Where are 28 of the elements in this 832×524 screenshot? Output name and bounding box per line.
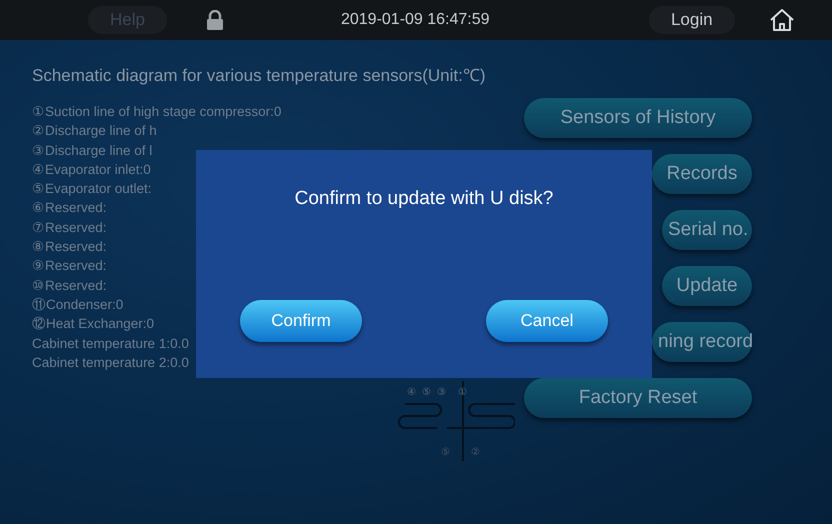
sensor-reading: ⑥Reserved: <box>32 199 108 218</box>
sensor-diagram-drawing: ④ ⑤ ③ ① ⑤ ② <box>398 381 515 461</box>
dialog-button[interactable]: Cancel <box>486 300 608 342</box>
menu-button[interactable]: ning record <box>652 322 752 362</box>
page-title: Schematic diagram for various temperature sensors(Unit:℃) <box>32 65 486 86</box>
sensor-reading: ④Evaporator inlet:0 <box>32 160 152 179</box>
login-button[interactable]: Login <box>648 6 735 34</box>
sensor-reading: ①Suction line of high stage compressor:0 <box>32 103 282 121</box>
dialog-button[interactable]: Confirm <box>240 300 362 342</box>
sensor-reading: ⑦Reserved: <box>32 218 108 237</box>
menu-button[interactable]: Serial no. <box>662 210 752 250</box>
date-time: 2019-01-09 16:47:59 <box>340 11 491 29</box>
sensor-reading: ②Discharge line of h <box>32 122 158 140</box>
menu-button[interactable]: Records <box>652 154 752 194</box>
lock-icon <box>206 10 223 30</box>
dialog-message: Confirm to update with U disk? <box>294 188 554 210</box>
sensor-reading: Cabinet temperature 1:0.0 <box>32 334 190 353</box>
menu-button[interactable]: Update <box>662 266 752 306</box>
sensor-reading: ⑪Condenser:0 <box>32 296 124 314</box>
sensor-reading: ⑧Reserved: <box>32 238 108 256</box>
menu-button[interactable]: Sensors of History <box>524 98 752 138</box>
sensor-reading: ⑨Reserved: <box>32 257 108 276</box>
home-icon[interactable] <box>768 8 795 32</box>
sensor-reading: ③Discharge line of l <box>32 142 154 160</box>
sensor-reading: Cabinet temperature 2:0.0 <box>32 354 190 372</box>
sensor-reading: ⑩Reserved: <box>32 276 108 295</box>
menu-button[interactable]: Factory Reset <box>524 378 752 418</box>
sensor-reading: ⑤Evaporator outlet: <box>32 180 153 198</box>
